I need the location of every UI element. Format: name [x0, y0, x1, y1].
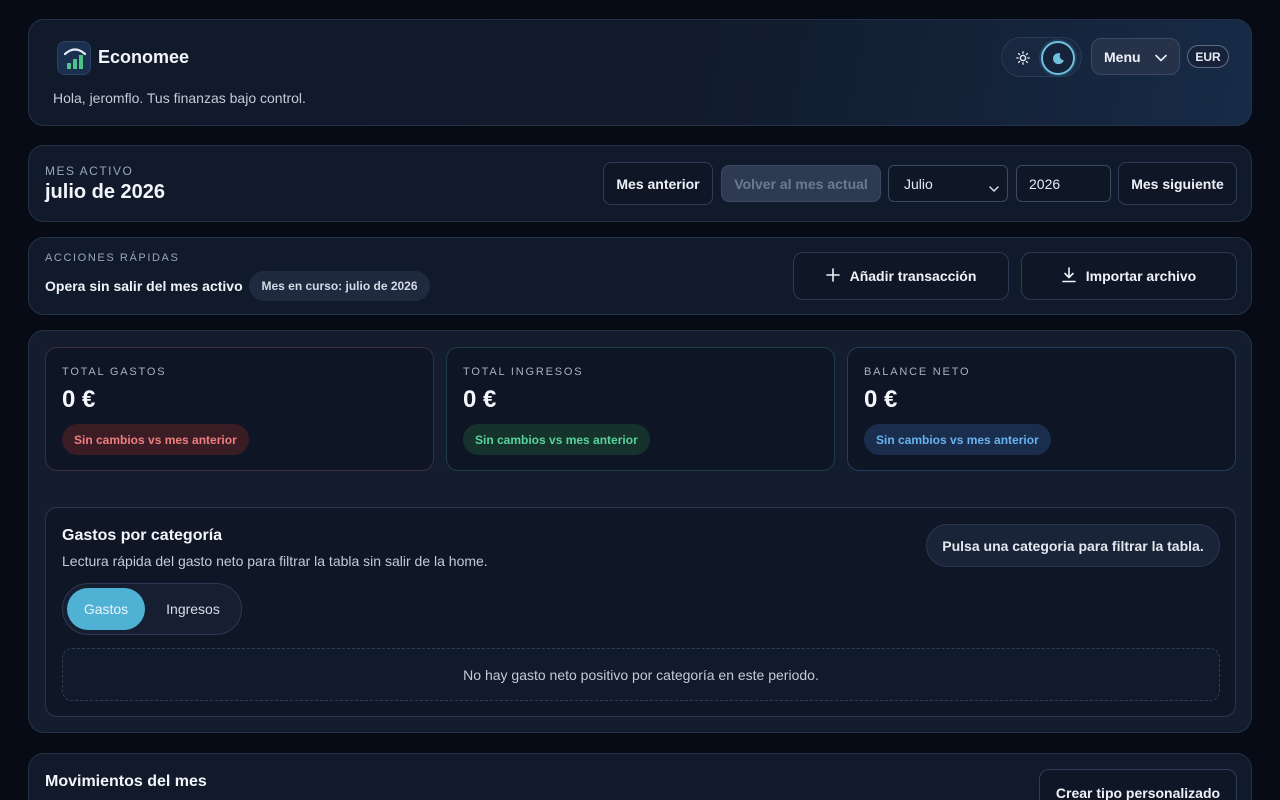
current-month-pill: Mes en curso: julio de 2026 [249, 271, 430, 301]
chevron-down-icon [989, 180, 999, 196]
currency-badge[interactable]: EUR [1187, 45, 1229, 68]
tab-expenses[interactable]: Gastos [67, 588, 145, 630]
stat-value: 0 € [463, 386, 497, 413]
add-transaction-button[interactable]: Añadir transacción [793, 252, 1009, 300]
empty-state-message: No hay gasto neto positivo por categoría… [62, 648, 1220, 701]
menu-button[interactable]: Menu [1091, 38, 1180, 75]
plus-icon [825, 267, 840, 285]
status-badge: Sin cambios vs mes anterior [463, 424, 650, 455]
movements-title: Movimientos del mes [45, 773, 207, 790]
theme-toggle [1001, 37, 1082, 77]
next-month-button[interactable]: Mes siguiente [1118, 162, 1237, 205]
quick-actions-eyebrow: ACCIONES RÁPIDAS [45, 252, 180, 264]
month-eyebrow: MES ACTIVO [45, 164, 134, 178]
add-transaction-label: Añadir transacción [849, 268, 977, 284]
year-input[interactable]: 2026 [1016, 165, 1111, 202]
net-balance-card: BALANCE NETO 0 € Sin cambios vs mes ante… [847, 347, 1236, 471]
status-badge: Sin cambios vs mes anterior [62, 424, 249, 455]
stat-eyebrow: TOTAL INGRESOS [463, 366, 584, 378]
import-file-label: Importar archivo [1085, 268, 1197, 284]
quick-actions: ACCIONES RÁPIDAS Opera sin salir del mes… [28, 237, 1252, 315]
category-title: Gastos por categoría [62, 527, 223, 544]
quick-actions-label: Opera sin salir del mes activo [45, 278, 243, 294]
monthly-summary: TOTAL GASTOS 0 € Sin cambios vs mes ante… [28, 330, 1252, 733]
brand-name: Economee [98, 47, 190, 67]
stat-value: 0 € [62, 386, 96, 413]
moon-icon[interactable] [1041, 41, 1075, 75]
stat-value: 0 € [864, 386, 898, 413]
category-description: Lectura rápida del gasto neto para filtr… [62, 553, 488, 569]
filter-hint: Pulsa una categoria para filtrar la tabl… [926, 524, 1220, 567]
month-select-value: Julio [904, 175, 933, 192]
category-type-toggle: Gastos Ingresos [62, 583, 242, 635]
import-file-button[interactable]: Importar archivo [1021, 252, 1237, 300]
total-income-card: TOTAL INGRESOS 0 € Sin cambios vs mes an… [446, 347, 835, 471]
create-custom-type-button[interactable]: Crear tipo personalizado [1039, 769, 1237, 800]
total-expenses-card: TOTAL GASTOS 0 € Sin cambios vs mes ante… [45, 347, 434, 471]
download-icon [1061, 266, 1076, 286]
logo-icon [57, 41, 91, 75]
greeting-text: Hola, jeromflo. Tus finanzas bajo contro… [53, 90, 306, 106]
status-badge: Sin cambios vs mes anterior [864, 424, 1051, 455]
sun-icon[interactable] [1006, 41, 1040, 75]
previous-month-button[interactable]: Mes anterior [603, 162, 713, 205]
category-spending-panel: Gastos por categoría Lectura rápida del … [45, 507, 1236, 717]
chevron-down-icon [1154, 49, 1167, 65]
monthly-movements: Movimientos del mes Crear tipo personali… [28, 753, 1252, 800]
menu-label: Menu [1104, 48, 1141, 65]
app-header: Economee Hola, jeromflo. Tus finanzas ba… [28, 19, 1252, 126]
tab-income[interactable]: Ingresos [149, 588, 237, 630]
current-month-button[interactable]: Volver al mes actual [721, 165, 881, 202]
active-month-title: julio de 2026 [45, 181, 166, 203]
month-select[interactable]: Julio [888, 165, 1008, 202]
stat-eyebrow: BALANCE NETO [864, 366, 971, 378]
month-navigator: MES ACTIVO julio de 2026 Mes anterior Vo… [28, 145, 1252, 222]
stat-eyebrow: TOTAL GASTOS [62, 366, 167, 378]
